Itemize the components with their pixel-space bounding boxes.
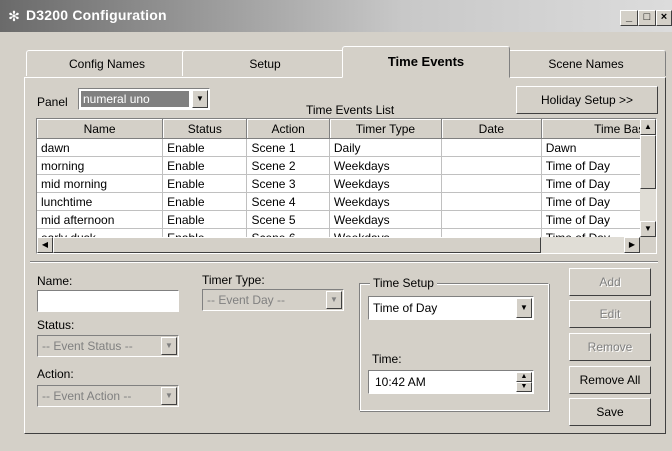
panel-label: Panel bbox=[37, 95, 68, 109]
table-cell: Enable bbox=[162, 174, 248, 193]
maximize-button[interactable]: □ bbox=[638, 10, 656, 26]
time-events-table[interactable]: Name Status Action Timer Type Date Time … bbox=[36, 118, 657, 254]
close-button[interactable]: × bbox=[656, 10, 672, 26]
horizontal-scrollbar[interactable]: ◀ ▶ bbox=[37, 237, 640, 253]
column-header-name[interactable]: Name bbox=[37, 119, 164, 139]
chevron-down-icon[interactable]: ▼ bbox=[192, 90, 208, 108]
table-cell: Scene 4 bbox=[246, 192, 330, 211]
window-title: D3200 Configuration bbox=[26, 7, 167, 23]
table-cell: Scene 5 bbox=[246, 210, 330, 229]
table-cell bbox=[441, 156, 542, 175]
scroll-up-icon[interactable]: ▲ bbox=[640, 119, 656, 135]
column-header-action[interactable]: Action bbox=[246, 119, 330, 139]
minimize-button[interactable]: _ bbox=[620, 10, 638, 26]
table-cell: Scene 2 bbox=[246, 156, 330, 175]
table-cell: mid morning bbox=[37, 174, 164, 193]
table-cell bbox=[441, 210, 542, 229]
table-cell: Weekdays bbox=[329, 192, 442, 211]
table-header-row: Name Status Action Timer Type Date Time … bbox=[37, 119, 656, 139]
table-cell: Scene 3 bbox=[246, 174, 330, 193]
chevron-down-icon[interactable]: ▼ bbox=[326, 291, 342, 309]
status-select[interactable]: -- Event Status -- ▼ bbox=[37, 335, 179, 357]
tab-time-events[interactable]: Time Events bbox=[342, 46, 510, 78]
table-cell: lunchtime bbox=[37, 192, 164, 211]
time-base-select[interactable]: Time of Day ▼ bbox=[368, 296, 534, 320]
time-setup-label: Time Setup bbox=[370, 276, 437, 290]
time-field-value: 10:42 AM bbox=[375, 375, 426, 389]
table-cell: Time of Day bbox=[541, 192, 656, 211]
edit-button[interactable]: Edit bbox=[569, 300, 651, 328]
horizontal-scroll-thumb[interactable] bbox=[53, 237, 541, 253]
gear-icon: ✻ bbox=[8, 8, 20, 24]
tab-setup[interactable]: Setup bbox=[182, 50, 348, 76]
table-cell: Weekdays bbox=[329, 210, 442, 229]
holiday-setup-button[interactable]: Holiday Setup >> bbox=[516, 86, 658, 114]
status-select-value: -- Event Status -- bbox=[42, 339, 133, 353]
name-field[interactable] bbox=[37, 290, 179, 312]
vertical-scroll-thumb[interactable] bbox=[640, 135, 656, 189]
chevron-down-icon[interactable]: ▼ bbox=[516, 298, 532, 318]
table-cell: Daily bbox=[329, 138, 442, 157]
name-label: Name: bbox=[37, 274, 73, 288]
timer-type-select-value: -- Event Day -- bbox=[207, 293, 286, 307]
time-label: Time: bbox=[372, 352, 402, 366]
spin-up-icon[interactable]: ▲ bbox=[516, 372, 532, 382]
time-base-select-value: Time of Day bbox=[373, 301, 438, 315]
table-cell bbox=[441, 192, 542, 211]
chevron-down-icon[interactable]: ▼ bbox=[161, 337, 177, 355]
table-cell: Time of Day bbox=[541, 156, 656, 175]
save-button[interactable]: Save bbox=[569, 398, 651, 426]
title-bar[interactable]: ✻ D3200 Configuration _ □ × bbox=[0, 0, 672, 32]
table-cell: Weekdays bbox=[329, 156, 442, 175]
scrollbar-corner bbox=[640, 237, 656, 253]
list-title: Time Events List bbox=[306, 103, 395, 117]
column-header-date[interactable]: Date bbox=[441, 119, 542, 139]
time-field[interactable]: 10:42 AM ▲ ▼ bbox=[368, 370, 534, 394]
column-header-time-base[interactable]: Time Base bbox=[541, 119, 656, 139]
tab-config-names[interactable]: Config Names bbox=[26, 50, 188, 76]
scroll-down-icon[interactable]: ▼ bbox=[640, 221, 656, 237]
column-header-timer-type[interactable]: Timer Type bbox=[329, 119, 442, 139]
table-cell: Time of Day bbox=[541, 174, 656, 193]
table-cell: Enable bbox=[162, 210, 248, 229]
table-cell: morning bbox=[37, 156, 164, 175]
chevron-down-icon[interactable]: ▼ bbox=[161, 387, 177, 405]
add-button[interactable]: Add bbox=[569, 268, 651, 296]
table-cell: Enable bbox=[162, 192, 248, 211]
column-header-status[interactable]: Status bbox=[162, 119, 248, 139]
tab-scene-names[interactable]: Scene Names bbox=[506, 50, 666, 76]
action-select[interactable]: -- Event Action -- ▼ bbox=[37, 385, 179, 407]
remove-button[interactable]: Remove bbox=[569, 333, 651, 361]
timer-type-select[interactable]: -- Event Day -- ▼ bbox=[202, 289, 344, 311]
action-select-value: -- Event Action -- bbox=[42, 389, 132, 403]
table-row[interactable]: mid morning Enable Scene 3 Weekdays Time of … bbox=[37, 174, 656, 193]
status-label: Status: bbox=[37, 318, 75, 332]
table-row[interactable]: dawn Enable Scene 1 Daily Dawn bbox=[37, 138, 656, 157]
scroll-right-icon[interactable]: ▶ bbox=[624, 237, 640, 253]
table-cell: dawn bbox=[37, 138, 164, 157]
divider bbox=[30, 261, 658, 263]
table-cell: Scene 1 bbox=[246, 138, 330, 157]
action-label: Action: bbox=[37, 367, 74, 381]
table-row[interactable]: mid afternoon Enable Scene 5 Weekdays Time o… bbox=[37, 210, 656, 229]
table-row[interactable]: morning Enable Scene 2 Weekdays Time of Day bbox=[37, 156, 656, 175]
table-cell bbox=[441, 174, 542, 193]
table-row[interactable]: lunchtime Enable Scene 4 Weekdays Time of Da… bbox=[37, 192, 656, 211]
table-cell bbox=[441, 138, 542, 157]
panel-select-value: numeral uno bbox=[83, 92, 150, 106]
vertical-scrollbar[interactable]: ▲ ▼ bbox=[640, 119, 656, 237]
table-cell: Enable bbox=[162, 138, 248, 157]
panel-select[interactable]: numeral uno ▼ bbox=[78, 88, 210, 110]
spin-down-icon[interactable]: ▼ bbox=[516, 382, 532, 392]
table-cell: Time of Day bbox=[541, 210, 656, 229]
timer-type-label: Timer Type: bbox=[202, 273, 265, 287]
table-cell: Weekdays bbox=[329, 174, 442, 193]
table-cell: mid afternoon bbox=[37, 210, 164, 229]
remove-all-button[interactable]: Remove All bbox=[569, 366, 651, 394]
table-cell: Dawn bbox=[541, 138, 656, 157]
scroll-left-icon[interactable]: ◀ bbox=[37, 237, 53, 253]
table-cell: Enable bbox=[162, 156, 248, 175]
